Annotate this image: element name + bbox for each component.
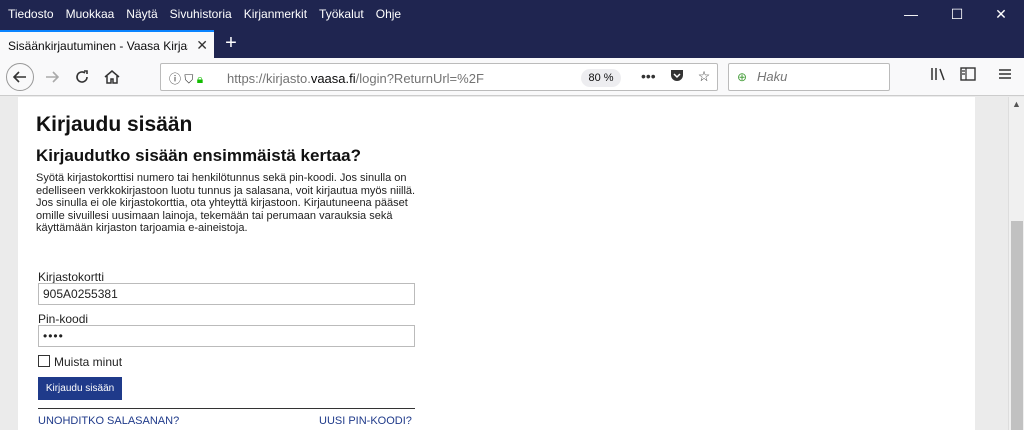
search-icon: ⊕ bbox=[737, 70, 748, 84]
home-icon bbox=[104, 70, 120, 84]
remember-me-label[interactable]: Muista minut bbox=[54, 355, 122, 369]
pocket-icon[interactable] bbox=[670, 68, 684, 85]
shield-icon: ⛉ bbox=[184, 72, 194, 86]
url-text[interactable]: https://kirjasto.vaasa.fi/login?ReturnUr… bbox=[227, 71, 484, 86]
card-label: Kirjastokortti bbox=[38, 270, 105, 284]
url-actions: ••• ☆ bbox=[641, 68, 710, 85]
arrow-left-icon bbox=[13, 71, 26, 83]
pin-label: Pin-koodi bbox=[38, 312, 89, 326]
tab-strip: Sisäänkirjautuminen - Vaasa Kirjasto ✕ + bbox=[0, 28, 1024, 58]
hamburger-menu-icon[interactable] bbox=[998, 67, 1012, 85]
site-info-icon[interactable]: ⓘ ⛉ 🔒︎ bbox=[169, 70, 203, 87]
scroll-up-icon[interactable]: ▲ bbox=[1012, 99, 1021, 109]
menu-item-sivuhistoria[interactable]: Sivuhistoria bbox=[170, 7, 232, 21]
lock-icon: 🔒︎ bbox=[196, 72, 204, 86]
divider bbox=[38, 408, 415, 409]
maximize-button[interactable]: ☐ bbox=[934, 0, 980, 28]
url-path: /login?ReturnUrl=%2F bbox=[355, 71, 484, 86]
url-bar[interactable]: ⓘ ⛉ 🔒︎ https://kirjasto.vaasa.fi/login?R… bbox=[160, 63, 718, 91]
arrow-right-icon bbox=[46, 71, 59, 83]
menu-bar: Tiedosto Muokkaa Näytä Sivuhistoria Kirj… bbox=[0, 0, 1024, 28]
back-button[interactable] bbox=[6, 63, 34, 91]
menu-item-ohje[interactable]: Ohje bbox=[376, 7, 401, 21]
tab-login[interactable]: Sisäänkirjautuminen - Vaasa Kirjasto ✕ bbox=[0, 30, 214, 58]
url-prefix: https://kirjasto. bbox=[227, 71, 311, 86]
menu-item-muokkaa[interactable]: Muokkaa bbox=[66, 7, 115, 21]
search-input[interactable] bbox=[757, 69, 882, 84]
forgot-password-link[interactable]: UNOHDITKO SALASANAN? bbox=[38, 415, 179, 427]
tab-title: Sisäänkirjautuminen - Vaasa Kirjasto bbox=[8, 39, 188, 53]
remember-me-checkbox[interactable] bbox=[38, 355, 50, 367]
menu-item-tiedosto[interactable]: Tiedosto bbox=[8, 7, 54, 21]
menu-item-nayta[interactable]: Näytä bbox=[126, 7, 157, 21]
page-subtitle: Kirjaudutko sisään ensimmäistä kertaa? bbox=[36, 146, 362, 165]
menu-item-tyokalut[interactable]: Työkalut bbox=[319, 7, 364, 21]
nav-bar: ⓘ ⛉ 🔒︎ https://kirjasto.vaasa.fi/login?R… bbox=[0, 58, 1024, 96]
login-button[interactable]: Kirjaudu sisään bbox=[38, 377, 122, 400]
zoom-indicator[interactable]: 80 % bbox=[581, 69, 621, 87]
new-tab-button[interactable]: + bbox=[220, 30, 242, 56]
page-title: Kirjaudu sisään bbox=[36, 113, 193, 136]
vertical-scrollbar[interactable]: ▲ bbox=[1008, 97, 1024, 430]
home-button[interactable] bbox=[98, 63, 126, 91]
reload-icon bbox=[76, 70, 88, 83]
pin-input[interactable] bbox=[38, 325, 415, 347]
scrollbar-thumb[interactable] bbox=[1011, 221, 1023, 430]
tab-close-icon[interactable]: ✕ bbox=[196, 37, 208, 54]
minimize-button[interactable]: — bbox=[888, 0, 934, 28]
search-bar[interactable]: ⊕ bbox=[728, 63, 890, 91]
menu-list: Tiedosto Muokkaa Näytä Sivuhistoria Kirj… bbox=[8, 7, 413, 21]
bookmark-star-icon[interactable]: ☆ bbox=[698, 68, 711, 85]
forward-button[interactable] bbox=[38, 63, 66, 91]
more-actions-icon[interactable]: ••• bbox=[641, 68, 656, 85]
login-panel: Kirjaudu sisään Kirjaudutko sisään ensim… bbox=[18, 97, 975, 430]
new-pin-link[interactable]: UUSI PIN-KOODI? bbox=[319, 415, 412, 427]
card-number-input[interactable] bbox=[38, 283, 415, 305]
sidebar-toggle-icon[interactable] bbox=[960, 67, 976, 85]
library-icon[interactable] bbox=[930, 67, 946, 85]
url-host: vaasa.fi bbox=[310, 71, 356, 86]
reload-button[interactable] bbox=[68, 63, 96, 91]
page-viewport: Kirjaudu sisään Kirjaudutko sisään ensim… bbox=[0, 97, 1008, 430]
close-window-button[interactable]: ✕ bbox=[978, 0, 1024, 28]
intro-text: Syötä kirjastokorttisi numero tai henkil… bbox=[36, 172, 416, 234]
menu-item-kirjanmerkit[interactable]: Kirjanmerkit bbox=[244, 7, 307, 21]
